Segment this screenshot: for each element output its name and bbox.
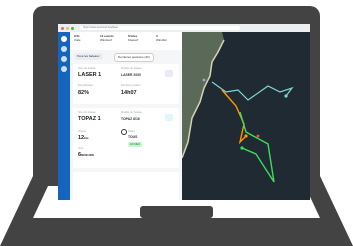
browser-bar: https://www.sportsurf.live/laser <box>58 24 310 32</box>
boat-card[interactable] <box>73 172 179 200</box>
filter-recent-chip[interactable]: Dernières positions (2h) <box>114 53 154 62</box>
name-label: Nom du bateau <box>78 67 96 70</box>
status-badge: EN MER <box>128 142 143 147</box>
filter-all-chip[interactable]: Tous les bateaux <box>74 53 103 60</box>
track-end-marker[interactable] <box>284 94 288 98</box>
address-bar[interactable]: https://www.sportsurf.live/laser <box>80 26 240 30</box>
logo-icon[interactable] <box>61 36 67 42</box>
kpi-voile: 2/11 Voile <box>74 34 81 42</box>
app-screen: https://www.sportsurf.live/laser 2/11 Voi… <box>58 24 310 200</box>
boat-name: LASER 1 <box>78 72 102 78</box>
kpi-windsurf: 12 events Windsurf <box>100 34 114 42</box>
name-label: Nom du bateau <box>78 111 96 114</box>
map-canvas[interactable] <box>182 32 310 200</box>
maximize-dot-icon[interactable] <box>71 27 74 30</box>
track-line <box>211 81 294 101</box>
boat-marker[interactable] <box>256 134 260 138</box>
kpi-kitesurf: 8 kites Kitesurf <box>128 34 139 42</box>
boat-card[interactable]: Nom du bateau LASER 1 Modèle du bateau L… <box>73 64 179 104</box>
boat-model: LASER 2000 <box>121 73 141 77</box>
time-value: 14h07 <box>121 90 137 96</box>
boat-model: TOPAZ 8/16 <box>121 117 140 121</box>
laptop-frame: https://www.sportsurf.live/laser 2/11 Voi… <box>0 0 353 246</box>
boat-card[interactable]: Nom du bateau TOPAZ 1 Modèle du bateau T… <box>73 108 179 168</box>
history-icon[interactable] <box>61 66 67 72</box>
track-line <box>239 111 275 183</box>
status-label: Statut <box>128 130 135 133</box>
time-label: Dernière position <box>121 84 141 87</box>
map-view[interactable] <box>182 32 310 200</box>
sailboat-icon <box>165 114 173 121</box>
speed-value: 12km <box>78 135 89 141</box>
model-label: Modèle du bateau <box>121 67 142 70</box>
status-radio[interactable] <box>121 129 127 135</box>
track-end-marker[interactable] <box>244 134 248 138</box>
sailboat-icon <box>165 70 173 77</box>
boat-list-panel: 2/11 Voile 12 events Windsurf 8 kites Kites… <box>70 32 182 200</box>
nav-rail <box>58 32 70 200</box>
map-icon[interactable] <box>61 56 67 62</box>
status-value: TOUS <box>128 135 138 139</box>
filter-bar: Tous les bateaux Dernières positions (2h… <box>70 52 182 62</box>
boat-marker[interactable] <box>202 78 206 82</box>
boat-name: TOPAZ 1 <box>78 116 101 122</box>
track-end-marker[interactable] <box>240 146 244 150</box>
model-label: Modèle du bateau <box>121 111 142 114</box>
track-line <box>221 89 247 145</box>
list-icon[interactable] <box>61 46 67 52</box>
minimize-dot-icon[interactable] <box>66 27 69 30</box>
close-dot-icon[interactable] <box>61 27 64 30</box>
fill-label: Remplissage <box>78 84 93 87</box>
stats-header: 2/11 Voile 12 events Windsurf 8 kites Kites… <box>70 32 182 50</box>
fill-value: 82% <box>78 90 90 96</box>
speed-label: Vitesse <box>78 130 87 133</box>
kpi-windfoil: 3 Windfoil <box>156 34 167 42</box>
wind-label: Vent <box>78 147 84 150</box>
wind-value: 6NOEUDS <box>78 152 94 158</box>
